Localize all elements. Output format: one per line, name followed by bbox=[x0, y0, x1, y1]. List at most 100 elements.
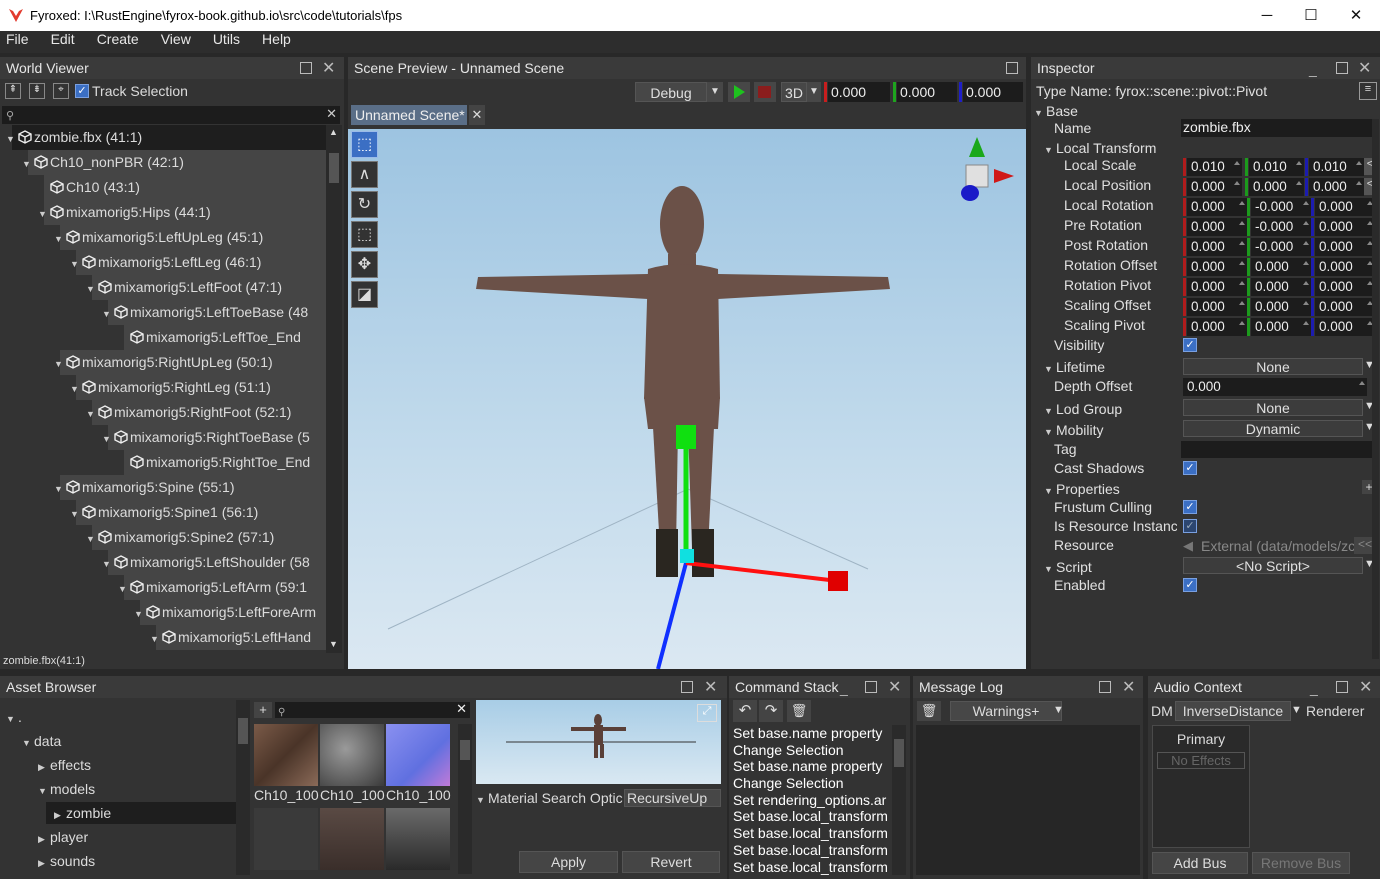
scene-viewport[interactable]: ⬚ ∧ ↻ ⬚ ✥ ◪ bbox=[348, 129, 1026, 670]
inspector-scrollbar[interactable] bbox=[1372, 119, 1379, 659]
vector-component-input[interactable]: 0.000 bbox=[1309, 178, 1364, 196]
scene-node-row[interactable]: Ch10 (43:1) bbox=[0, 175, 326, 200]
visibility-checkbox[interactable]: ✓ bbox=[1183, 338, 1197, 352]
scene-node-row[interactable]: ▼ mixamorig5:LeftFoot (47:1) bbox=[0, 275, 326, 300]
frustum-culling-checkbox[interactable]: ✓ bbox=[1183, 500, 1197, 514]
command-item[interactable]: Set rendering_options.ar bbox=[733, 792, 890, 809]
scene-node-row[interactable]: ▼ mixamorig5:RightToeBase (5 bbox=[0, 425, 326, 450]
normal-map-thumbnail[interactable] bbox=[386, 724, 450, 786]
properties-section[interactable]: ▼ Properties bbox=[1044, 481, 1120, 497]
folder-row[interactable]: ▼. bbox=[0, 706, 236, 728]
folder-row[interactable]: ▶ zombie bbox=[0, 802, 236, 824]
vector-component-input[interactable]: 0.000 bbox=[1187, 218, 1247, 236]
marquee-tool-icon[interactable]: ⬚ bbox=[351, 221, 378, 248]
vector-component-input[interactable]: 0.000 bbox=[1315, 298, 1375, 316]
expand-arrow-icon[interactable]: ▼ bbox=[38, 780, 50, 802]
scene-node-row[interactable]: ▼ mixamorig5:RightUpLeg (50:1) bbox=[0, 350, 326, 375]
close-panel-icon[interactable]: ✕ bbox=[322, 58, 335, 78]
asset-preview[interactable]: ⤢ bbox=[476, 700, 721, 784]
vector-component-input[interactable]: -0.000 bbox=[1251, 238, 1311, 256]
lod-group-section[interactable]: ▼ Lod Group bbox=[1044, 401, 1122, 417]
fullscreen-icon[interactable]: ⤢ bbox=[697, 704, 717, 722]
scene-node-row[interactable]: ▼ mixamorig5:LeftToeBase (48 bbox=[0, 300, 326, 325]
asset-search-input[interactable]: ⚲ ✕ bbox=[275, 701, 470, 718]
move-tool-icon[interactable]: ✥ bbox=[351, 251, 378, 278]
vector-component-input[interactable]: 0.000 bbox=[1187, 318, 1247, 336]
vector-component-input[interactable]: 0.000 bbox=[1187, 298, 1247, 316]
scene-tab[interactable]: Unnamed Scene* bbox=[351, 105, 467, 125]
minimize-panel-icon[interactable]: _ bbox=[840, 680, 848, 696]
expand-arrow-icon[interactable]: ▼ bbox=[70, 377, 82, 400]
expand-arrow-icon[interactable]: ▼ bbox=[6, 708, 18, 730]
scale-tool-icon[interactable]: ◪ bbox=[351, 281, 378, 308]
vector-component-input[interactable]: 0.000 bbox=[1315, 278, 1375, 296]
expand-arrow-icon[interactable]: ▼ bbox=[86, 402, 98, 425]
script-select[interactable]: <No Script> bbox=[1183, 557, 1363, 574]
command-item[interactable]: Set base.local_transform bbox=[733, 808, 890, 825]
clear-search-icon[interactable]: ✕ bbox=[456, 701, 467, 717]
tree-scrollbar[interactable]: ▲ ▼ bbox=[326, 125, 342, 653]
close-panel-icon[interactable]: ✕ bbox=[888, 677, 901, 697]
expand-arrow-icon[interactable]: ▼ bbox=[22, 732, 34, 754]
expand-arrow-icon[interactable]: ▼ bbox=[54, 227, 66, 250]
command-item[interactable]: Change Selection bbox=[733, 742, 890, 759]
lifetime-select[interactable]: None bbox=[1183, 358, 1363, 375]
chevron-down-icon[interactable]: ▼ bbox=[1053, 704, 1064, 716]
vector-component-input[interactable]: -0.000 bbox=[1251, 218, 1311, 236]
expand-arrow-icon[interactable]: ▼ bbox=[22, 152, 34, 175]
scene-node-row[interactable]: ▼ mixamorig5:Hips (44:1) bbox=[0, 200, 326, 225]
folder-row[interactable]: ▶ player bbox=[0, 826, 236, 848]
clear-search-icon[interactable]: ✕ bbox=[326, 106, 337, 122]
vector-component-input[interactable]: 0.010 bbox=[1187, 158, 1242, 176]
scene-node-row[interactable]: ▼ Ch10_nonPBR (42:1) bbox=[0, 150, 326, 175]
maximize-panel-icon[interactable] bbox=[1336, 62, 1348, 74]
undo-icon[interactable]: ↶ bbox=[733, 700, 757, 722]
script-section[interactable]: ▼ Script bbox=[1044, 559, 1092, 575]
add-bus-button[interactable]: Add Bus bbox=[1152, 852, 1248, 874]
vector-component-input[interactable]: 0.000 bbox=[1251, 318, 1311, 336]
scene-node-row[interactable]: ▼ zombie.fbx (41:1) bbox=[0, 125, 326, 150]
thumbnail-scrollbar[interactable] bbox=[458, 724, 472, 874]
vector-component-input[interactable]: 0.000 bbox=[1187, 178, 1242, 196]
vector-component-input[interactable]: 0.000 bbox=[1251, 298, 1311, 316]
lod-group-select[interactable]: None bbox=[1183, 399, 1363, 416]
maximize-panel-icon[interactable] bbox=[1336, 681, 1348, 693]
scene-node-row[interactable]: ▼ mixamorig5:LeftForeArm bbox=[0, 600, 326, 625]
command-item[interactable]: Set base.local_transform bbox=[733, 842, 890, 859]
log-messages-area[interactable] bbox=[916, 725, 1140, 875]
expand-arrow-icon[interactable]: ▶ bbox=[54, 804, 66, 826]
texture-thumbnail[interactable] bbox=[320, 808, 384, 870]
scene-node-row[interactable]: ▼ mixamorig5:LeftShoulder (58 bbox=[0, 550, 326, 575]
chevron-down-icon[interactable]: ▼ bbox=[807, 82, 821, 102]
menu-help[interactable]: Help bbox=[256, 31, 297, 48]
apply-button[interactable]: Apply bbox=[519, 851, 618, 873]
depth-offset-input[interactable]: 0.000 bbox=[1183, 378, 1367, 396]
world-search-input[interactable]: ⚲ ✕ bbox=[2, 106, 340, 124]
cast-shadows-checkbox[interactable]: ✓ bbox=[1183, 461, 1197, 475]
camera-z-input[interactable]: 0.000 bbox=[963, 82, 1023, 102]
log-filter-select[interactable]: Warnings+ bbox=[950, 701, 1062, 721]
locate-selection-icon[interactable]: ⌖ bbox=[53, 83, 69, 99]
close-tab-icon[interactable]: ✕ bbox=[469, 105, 485, 125]
scroll-down-icon[interactable]: ▼ bbox=[329, 639, 338, 649]
close-window-button[interactable]: ✕ bbox=[1333, 0, 1379, 31]
scene-node-row[interactable]: mixamorig5:RightToe_End bbox=[0, 450, 326, 475]
scene-node-row[interactable]: ▼ mixamorig5:Spine1 (56:1) bbox=[0, 500, 326, 525]
base-section[interactable]: ▼ Base bbox=[1034, 103, 1078, 119]
rotate-tool-icon[interactable]: ↻ bbox=[351, 191, 378, 218]
maximize-panel-icon[interactable] bbox=[1006, 62, 1018, 74]
expand-arrow-icon[interactable]: ▶ bbox=[38, 828, 50, 850]
vector-component-input[interactable]: 0.000 bbox=[1187, 258, 1247, 276]
expand-arrow-icon[interactable]: ▼ bbox=[86, 527, 98, 550]
maximize-panel-icon[interactable] bbox=[865, 681, 877, 693]
clear-log-icon[interactable]: 🗑 bbox=[917, 701, 941, 721]
maximize-panel-icon[interactable] bbox=[300, 62, 312, 74]
scene-node-row[interactable]: ▼ mixamorig5:RightFoot (52:1) bbox=[0, 400, 326, 425]
vector-component-input[interactable]: 0.000 bbox=[1187, 238, 1247, 256]
distance-model-select[interactable]: InverseDistance bbox=[1175, 701, 1291, 721]
menu-file[interactable]: File bbox=[0, 31, 35, 48]
primary-bus[interactable]: Primary No Effects bbox=[1152, 725, 1250, 848]
folder-row[interactable]: ▼ models bbox=[0, 778, 236, 800]
chevron-down-icon[interactable]: ▼ bbox=[1291, 704, 1302, 716]
scene-node-row[interactable]: ▼ mixamorig5:Spine (55:1) bbox=[0, 475, 326, 500]
